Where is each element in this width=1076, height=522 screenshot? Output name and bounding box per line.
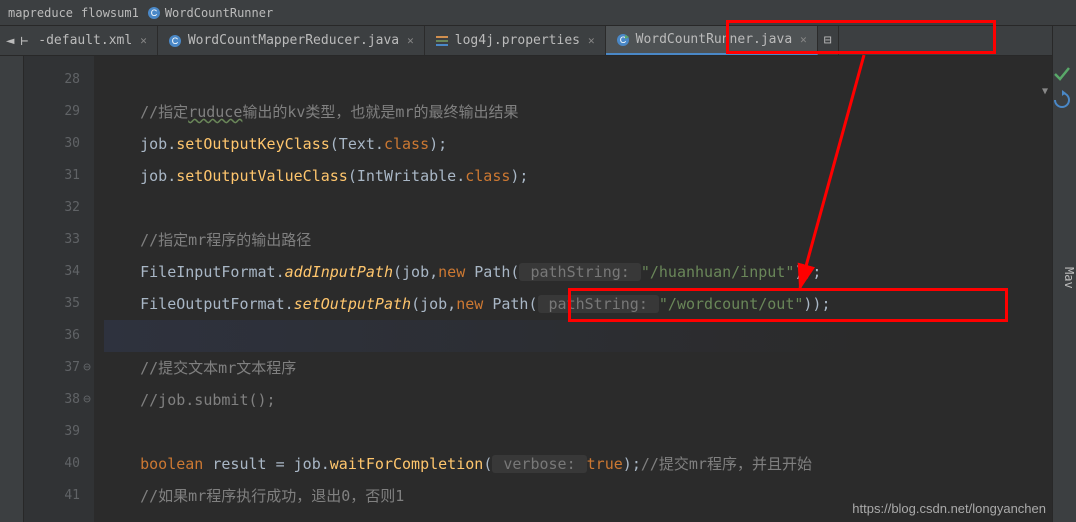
tab-file[interactable]: C WordCountMapperReducer.java ✕ <box>158 26 425 55</box>
breadcrumb-item[interactable]: C WordCountRunner <box>147 6 273 20</box>
watermark: https://blog.csdn.net/longyanchen <box>852 501 1046 516</box>
tab-pinned-file[interactable]: -default.xml ✕ <box>28 26 158 55</box>
properties-icon <box>435 34 449 48</box>
tab-file-active[interactable]: C WordCountRunner.java ✕ <box>606 26 818 55</box>
inspection-ok-icon <box>1052 64 1072 84</box>
fold-marker-icon[interactable]: ⊖ <box>82 352 92 384</box>
line-number-gutter[interactable]: 2829303132333435363738394041 ⊖ ⊖ <box>24 56 94 522</box>
class-icon: C <box>147 6 161 20</box>
breadcrumb-bar: mapreduce flowsum1 C WordCountRunner <box>0 0 1076 26</box>
breadcrumb-item[interactable]: mapreduce <box>8 6 73 20</box>
close-icon[interactable]: ✕ <box>588 34 595 47</box>
tab-file[interactable]: log4j.properties ✕ <box>425 26 606 55</box>
svg-text:C: C <box>172 36 179 46</box>
left-tool-strip[interactable] <box>0 56 24 522</box>
fold-marker-icon[interactable]: ⊖ <box>82 384 92 416</box>
class-run-icon: C <box>616 33 630 47</box>
close-icon[interactable]: ✕ <box>140 34 147 47</box>
tab-overflow[interactable]: ⊟ <box>818 26 839 55</box>
class-icon: C <box>168 34 182 48</box>
close-icon[interactable]: ✕ <box>800 33 807 46</box>
breadcrumb-item[interactable]: flowsum1 <box>81 6 139 20</box>
tab-nav-prev[interactable]: ◄ <box>0 26 20 55</box>
maven-tool-label[interactable]: Mav <box>1062 267 1076 289</box>
refresh-icon[interactable] <box>1052 90 1072 110</box>
svg-text:C: C <box>151 8 158 18</box>
pin-icon[interactable]: ⊢ <box>20 26 28 56</box>
tab-bar: ◄ ⊢ -default.xml ✕ C WordCountMapperRedu… <box>0 26 1076 56</box>
close-icon[interactable]: ✕ <box>407 34 414 47</box>
code-editor[interactable]: //指定ruduce输出的kv类型，也就是mr的最终输出结果 job.setOu… <box>94 56 1052 522</box>
